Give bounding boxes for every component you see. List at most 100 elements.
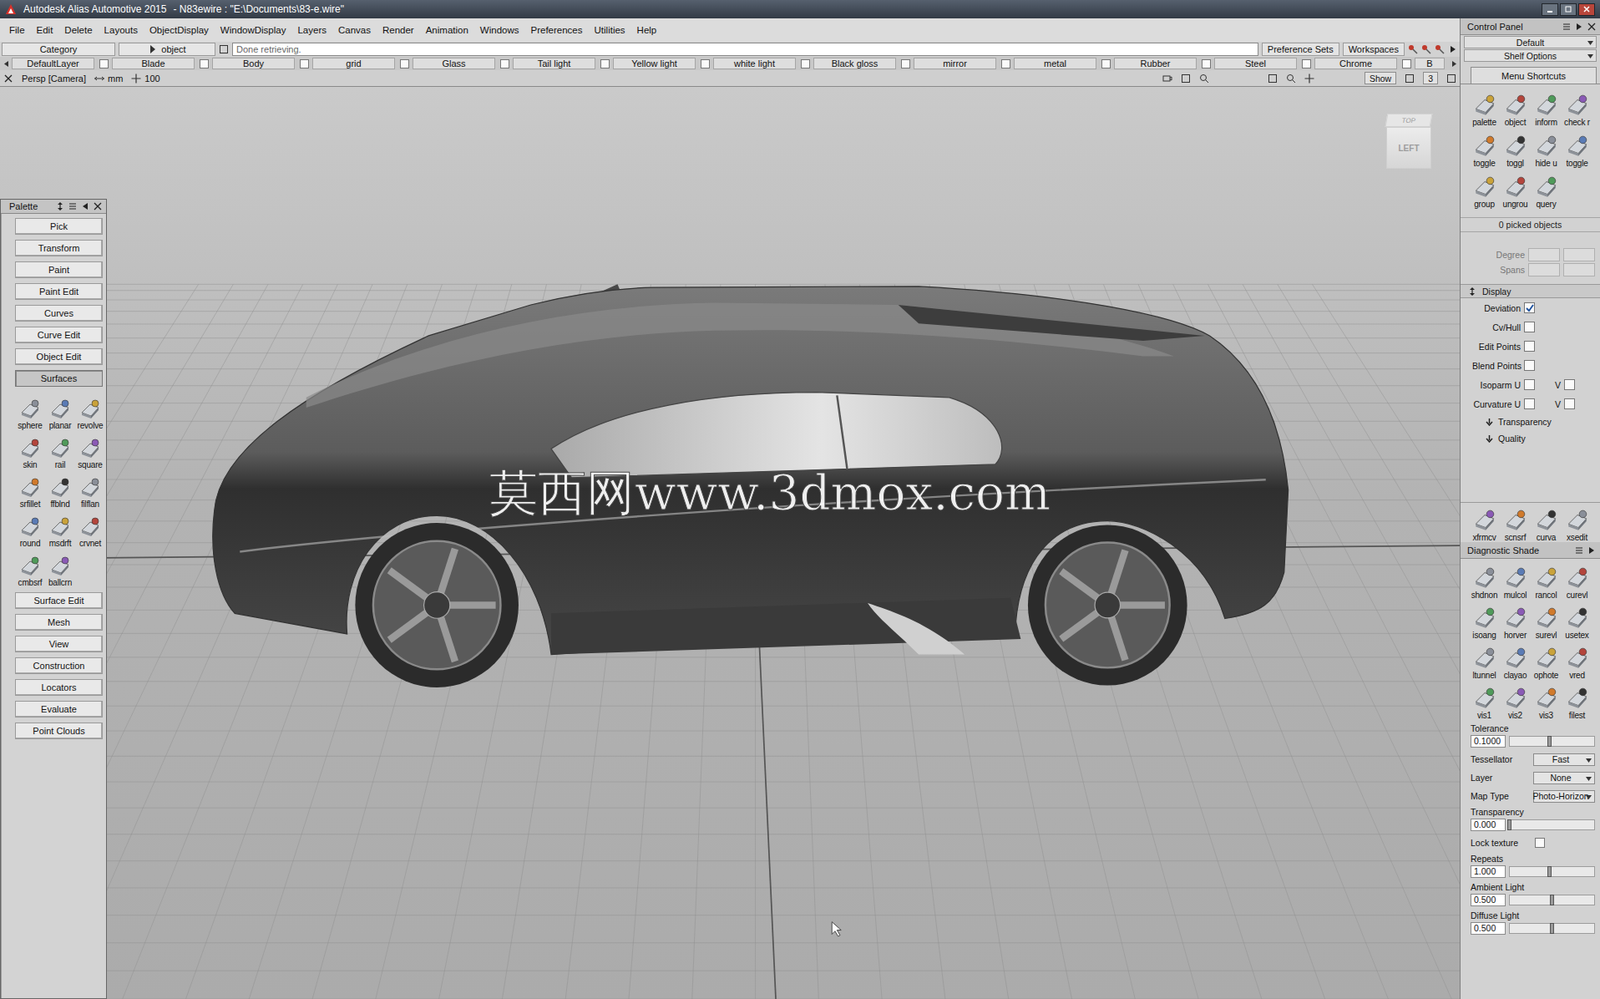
checkbox[interactable] (1301, 59, 1312, 69)
layer-button[interactable]: B (1414, 57, 1445, 70)
checkbox[interactable] (199, 59, 209, 69)
zoom-icon[interactable] (1199, 73, 1210, 84)
shortcut-tool[interactable]: toggle (1561, 128, 1593, 168)
palette-section-button[interactable]: Transform (15, 239, 103, 257)
layer-button[interactable]: Tail light (512, 57, 596, 70)
pick-icon[interactable] (147, 44, 158, 55)
cube-left-face[interactable]: LEFT (1386, 126, 1432, 169)
palette-section-button[interactable]: Evaluate (15, 700, 103, 718)
dropdown[interactable]: Fast (1533, 753, 1595, 766)
palette-section-button[interactable]: Point Clouds (15, 722, 103, 740)
layer-button[interactable]: Yellow light (612, 57, 696, 70)
display-section-header[interactable]: Display (1460, 283, 1600, 299)
camera-icon[interactable] (1162, 73, 1173, 84)
shortcut-tool[interactable]: group (1468, 169, 1500, 209)
slider-track[interactable] (1508, 865, 1595, 877)
frame-icon[interactable] (1180, 73, 1191, 84)
menu-item[interactable]: WindowDisplay (214, 23, 293, 37)
palette-tool[interactable]: ballcrn (45, 548, 76, 588)
slider-track[interactable] (1508, 922, 1595, 934)
view-cube[interactable]: TOPLEFT (1386, 113, 1432, 169)
palette-tool[interactable]: filflan (75, 470, 106, 509)
menu-item[interactable]: Edit (30, 23, 60, 37)
slider-track[interactable] (1508, 894, 1595, 906)
diagnostic-expand-icon[interactable] (1586, 545, 1597, 556)
layer-button[interactable]: Steel (1214, 57, 1297, 70)
diagnostic-tool[interactable]: ophote (1530, 640, 1562, 680)
shortcut-tool[interactable]: check r (1561, 87, 1593, 127)
palette-section-button[interactable]: Curves (15, 304, 103, 322)
layer-button[interactable]: white light (713, 57, 796, 70)
category-dropdown[interactable]: Category (1, 42, 116, 56)
slider-thumb[interactable] (1547, 735, 1552, 747)
section-toggle-icon[interactable] (1467, 286, 1478, 297)
layer-button[interactable]: Glass (412, 57, 496, 70)
menu-item[interactable]: Render (376, 23, 421, 37)
grid-size-icon[interactable] (131, 73, 142, 84)
prompt-icon[interactable] (218, 44, 229, 55)
maximize-view-icon[interactable] (1446, 73, 1457, 84)
palette-resize-icon[interactable] (55, 201, 66, 212)
palette-section-button[interactable]: Curve Edit (15, 326, 103, 344)
layer-button[interactable]: DefaultLayer (11, 57, 95, 70)
layer-button[interactable]: Black gloss (813, 57, 897, 70)
minimize-button[interactable] (1541, 3, 1559, 16)
checkbox[interactable] (700, 59, 710, 69)
view-target-icon[interactable] (1286, 73, 1297, 84)
checkbox[interactable] (1524, 340, 1535, 352)
diagnostic-tool[interactable]: filest (1561, 680, 1593, 720)
checkbox[interactable] (99, 59, 109, 69)
palette-close-icon[interactable] (92, 201, 103, 212)
diagnostic-tool[interactable]: horver (1499, 600, 1531, 640)
viewport[interactable]: 莫西网www.3dmox.comTOPLEFTPalettePickTransf… (0, 86, 1460, 999)
checkbox[interactable] (1564, 379, 1575, 390)
value-field[interactable]: 0.500 (1470, 893, 1506, 907)
panel-close-icon[interactable] (1586, 21, 1597, 32)
palette-tool[interactable]: cmbsrf (15, 548, 46, 588)
cube-top-face[interactable]: TOP (1385, 113, 1433, 127)
menu-item[interactable]: Canvas (332, 23, 377, 37)
shelf-options-dropdown[interactable]: Shelf Options (1463, 49, 1597, 62)
shortcut-tool[interactable]: object (1499, 87, 1531, 127)
close-view-icon[interactable] (3, 73, 14, 84)
layer-button[interactable]: Blade (111, 57, 195, 70)
dropdown[interactable]: None (1533, 771, 1595, 785)
view-count[interactable]: 3 (1422, 71, 1438, 85)
checkbox[interactable] (1101, 59, 1111, 69)
workspaces-button[interactable]: Workspaces (1342, 42, 1405, 56)
units-icon[interactable] (94, 73, 105, 84)
palette-section-button[interactable]: Surface Edit (15, 592, 103, 609)
palette-tool[interactable]: rail (45, 430, 76, 470)
shelf-tool[interactable]: xfrmcv (1468, 502, 1500, 542)
checkbox[interactable] (1564, 398, 1575, 410)
palette-collapse-icon[interactable] (80, 201, 91, 212)
menu-item[interactable]: Help (631, 23, 664, 37)
camera-label[interactable]: Persp [Camera] (21, 73, 87, 84)
palette-section-button[interactable]: Construction (15, 657, 103, 674)
slider-thumb[interactable] (1507, 819, 1512, 831)
preset-dropdown[interactable]: Default (1463, 35, 1597, 49)
menu-item[interactable]: File (3, 23, 31, 37)
palette-tool[interactable]: sphere (15, 391, 46, 431)
checkbox[interactable] (800, 59, 811, 69)
checkbox[interactable] (1524, 379, 1535, 390)
layer-button[interactable]: Chrome (1314, 57, 1398, 70)
shelf-tool[interactable]: curva (1530, 502, 1562, 542)
checkbox[interactable] (1001, 59, 1011, 69)
layer-button[interactable]: Body (212, 57, 295, 70)
panel-expand-icon[interactable] (1574, 21, 1585, 32)
menu-item[interactable]: Windows (474, 23, 526, 37)
diagnostic-tool[interactable]: vis3 (1530, 680, 1562, 720)
display-subsection[interactable]: Quality (1460, 430, 1600, 447)
checkbox[interactable] (400, 59, 410, 69)
slider-thumb[interactable] (1547, 865, 1552, 877)
menu-item[interactable]: Layouts (98, 23, 144, 37)
shortcut-tool[interactable]: ungrou (1499, 169, 1531, 209)
slider-thumb[interactable] (1549, 894, 1555, 906)
close-button[interactable] (1578, 3, 1595, 16)
layer-button[interactable]: mirror (913, 57, 997, 70)
diagnostic-menu-icon[interactable] (1574, 545, 1585, 556)
layer-button[interactable]: grid (312, 57, 395, 70)
palette-section-button[interactable]: View (15, 635, 103, 653)
menu-shortcuts-tab[interactable]: Menu Shortcuts (1470, 66, 1597, 84)
